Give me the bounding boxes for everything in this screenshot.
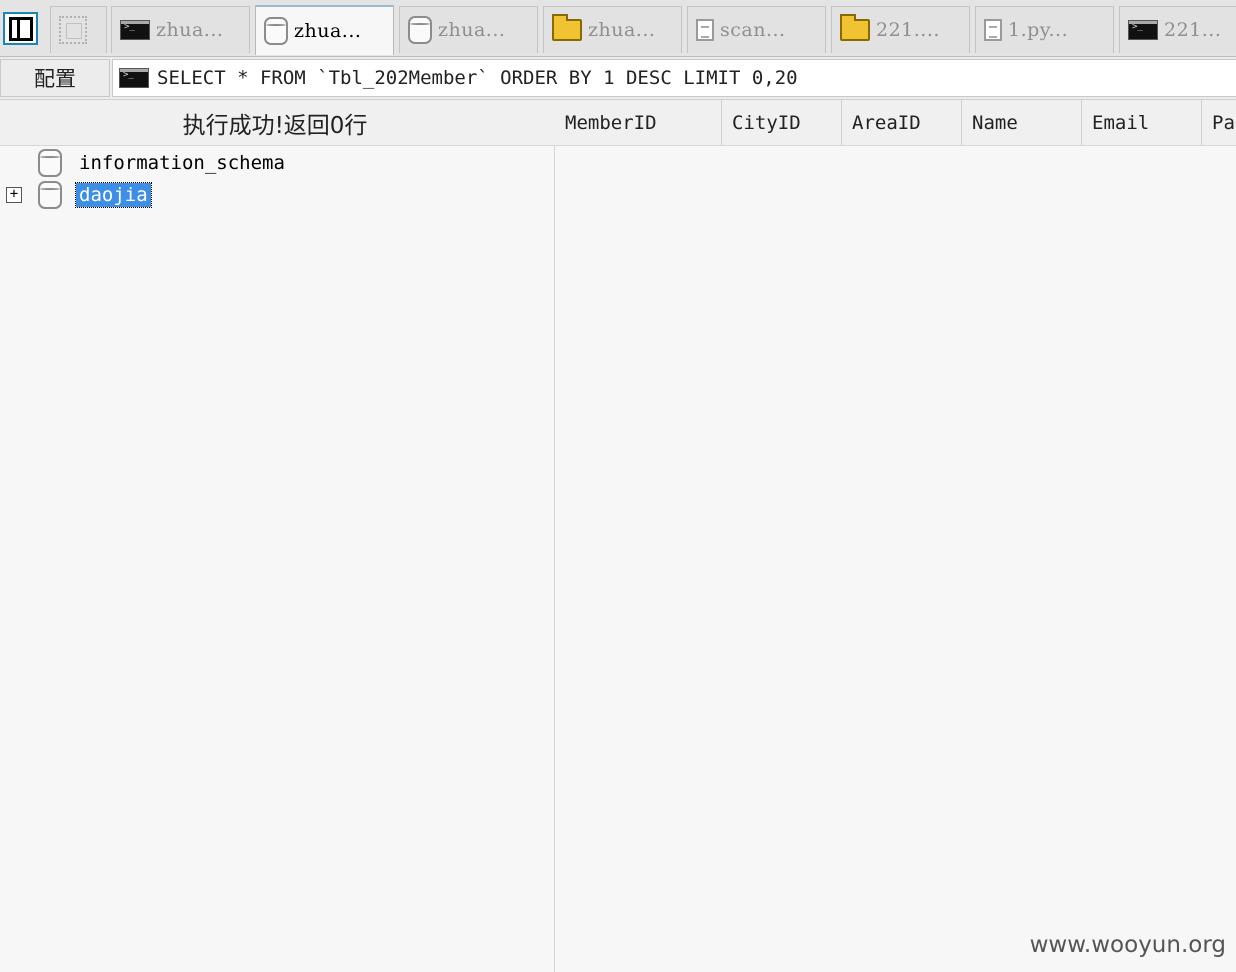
tab-label: zhua... <box>438 19 506 41</box>
watermark: www.wooyun.org <box>1029 932 1226 958</box>
status-message: 执行成功!返回0行 <box>182 112 368 139</box>
column-header-memberid[interactable]: MemberID <box>555 100 721 145</box>
main-menu-button[interactable] <box>3 12 38 45</box>
tab-label: 221... <box>1164 19 1222 41</box>
terminal-icon <box>119 68 149 88</box>
file-icon <box>696 19 714 41</box>
column-header-pa[interactable]: Pa <box>1201 100 1236 145</box>
tab-label: 221.... <box>876 19 940 41</box>
tree-item-label: information_schema <box>79 152 285 174</box>
results-grid <box>555 146 1236 972</box>
tab-label: zhua... <box>588 19 656 41</box>
expand-icon[interactable]: + <box>6 187 22 203</box>
tree-item-label: daojia <box>75 182 152 208</box>
config-button[interactable]: 配置 <box>0 59 110 97</box>
database-icon <box>38 149 62 177</box>
blank-icon <box>59 16 87 44</box>
tab-label: zhua... <box>156 19 224 41</box>
tab-database-active[interactable]: zhua... <box>255 5 394 55</box>
folder-icon <box>840 14 870 41</box>
sql-input[interactable] <box>157 67 1236 89</box>
column-header-areaid[interactable]: AreaID <box>841 100 961 145</box>
tab-bar: zhua... zhua... zhua... zhua... scan... … <box>0 0 1236 57</box>
tab-label: 1.py... <box>1008 19 1069 41</box>
database-icon <box>408 16 432 44</box>
terminal-icon <box>1128 20 1158 40</box>
tab-file-scan[interactable]: scan... <box>687 6 826 53</box>
column-header-cityid[interactable]: CityID <box>721 100 841 145</box>
tree-item-information-schema[interactable]: information_schema <box>0 147 554 179</box>
database-icon <box>38 181 62 209</box>
window-icon <box>9 17 33 41</box>
terminal-icon <box>120 20 150 40</box>
file-icon <box>984 19 1002 41</box>
column-header-name[interactable]: Name <box>961 100 1081 145</box>
tree-item-daojia[interactable]: + daojia <box>0 179 554 211</box>
tab-file-py[interactable]: 1.py... <box>975 6 1114 53</box>
folder-icon <box>552 14 582 41</box>
tab-folder-1[interactable]: zhua... <box>543 6 682 53</box>
tab-database-2[interactable]: zhua... <box>399 6 538 53</box>
column-header-email[interactable]: Email <box>1081 100 1201 145</box>
tab-terminal-2[interactable]: 221... <box>1119 6 1236 53</box>
sql-box <box>112 59 1236 97</box>
query-bar: 配置 <box>0 57 1236 100</box>
database-tree: information_schema + daojia <box>0 146 555 972</box>
tab-blank[interactable] <box>50 6 107 53</box>
tab-folder-2[interactable]: 221.... <box>831 6 970 53</box>
results-header: 执行成功!返回0行 MemberID CityID AreaID Name Em… <box>0 100 1236 146</box>
tab-label: zhua... <box>294 20 362 42</box>
database-icon <box>264 17 288 45</box>
tab-label: scan... <box>720 19 786 41</box>
tab-terminal-1[interactable]: zhua... <box>111 6 250 53</box>
